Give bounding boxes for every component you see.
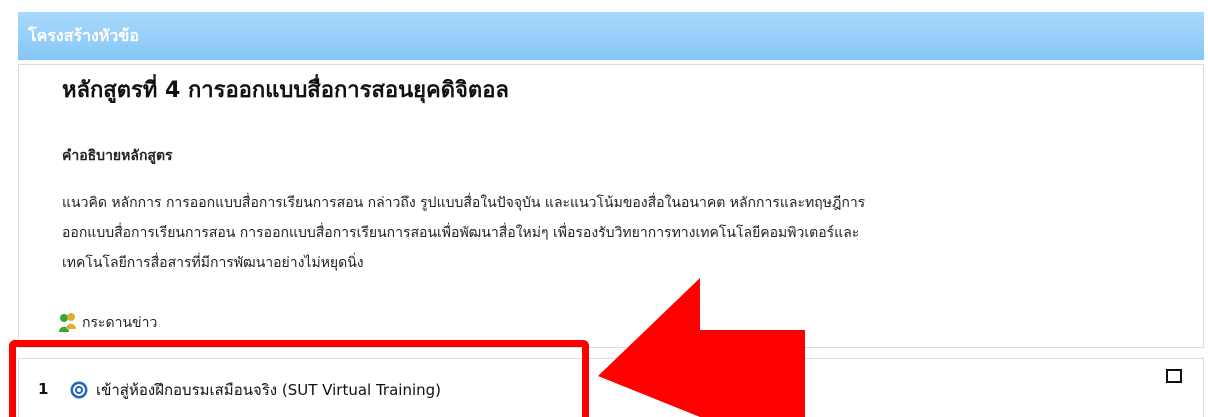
forum-people-icon	[59, 313, 76, 332]
course-description: แนวคิด หลักการ การออกแบบสื่อการเรียนการส…	[62, 188, 1182, 278]
news-forum-label: กระดานข่าว	[82, 315, 158, 331]
highlight-rectangle	[9, 340, 589, 417]
course-title: หลักสูตรที่ 4 การออกแบบสื่อการสอนยุคดิจิ…	[62, 78, 509, 103]
topic-outline-title: โครงสร้างหัวข้อ	[28, 26, 139, 45]
news-forum-link[interactable]: กระดานข่าว	[58, 312, 157, 334]
description-heading: คำอธิบายหลักสูตร	[62, 148, 173, 164]
description-line: แนวคิด หลักการ การออกแบบสื่อการเรียนการส…	[62, 195, 866, 211]
completion-checkbox[interactable]	[1166, 369, 1182, 383]
topic-outline-header: โครงสร้างหัวข้อ	[18, 12, 1204, 60]
description-line: ออกแบบสื่อการเรียนการสอน การออกแบบสื่อกา…	[62, 225, 860, 241]
description-line: เทคโนโลยีการสื่อสารที่มีการพัฒนาอย่างไม่…	[62, 255, 364, 271]
